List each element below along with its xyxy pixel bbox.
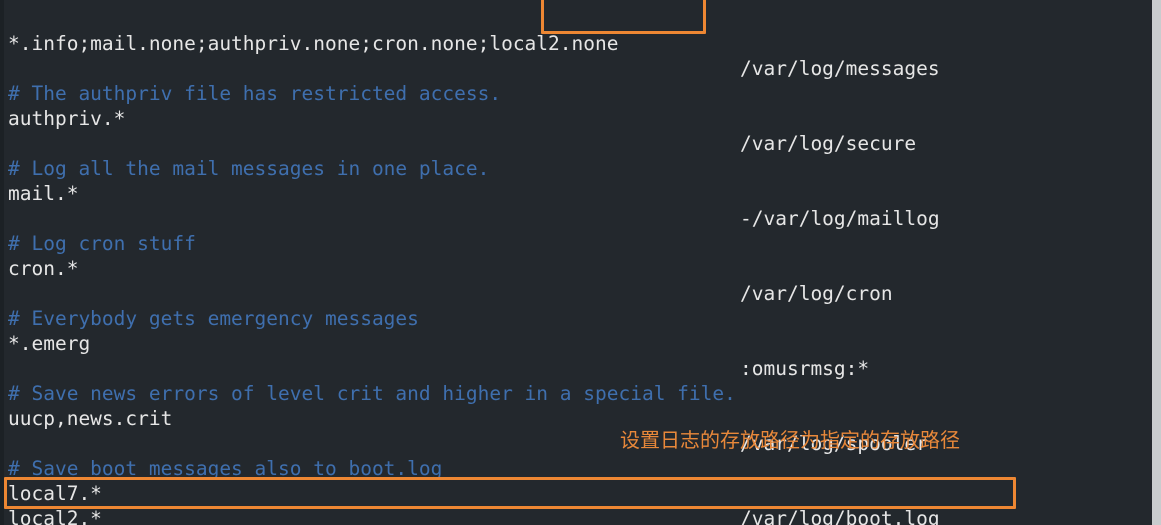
code-line[interactable]: # The authpriv file has restricted acces…	[0, 56, 1152, 105]
code-line[interactable]: uucp,news.crit /var/log/spooler	[0, 381, 1152, 455]
code-line[interactable]: # Everybody gets emergency messages	[0, 281, 1152, 330]
code-selector: mail.*	[8, 182, 79, 205]
code-selector: *.emerg	[8, 332, 91, 355]
code-selector: authpriv.*	[8, 107, 126, 130]
code-line[interactable]: cron.* /var/log/cron	[0, 231, 1152, 305]
annotation-note-chinese: 设置日志的存放路径为指定的存放路径	[620, 428, 960, 452]
code-line[interactable]: authpriv.* /var/log/secure	[0, 81, 1152, 155]
code-selector: uucp,news.crit	[8, 407, 173, 430]
code-line[interactable]: # Log all the mail messages in one place…	[0, 131, 1152, 180]
scrollbar-thumb[interactable]	[1153, 0, 1160, 525]
code-line[interactable]: *.info;mail.none;authpriv.none;cron.none…	[0, 6, 1152, 80]
code-target: /var/log/boot.log	[740, 507, 940, 525]
code-line[interactable]: mail.* -/var/log/maillog	[0, 156, 1152, 230]
code-selector: local2.*	[8, 507, 102, 525]
code-line[interactable]: # Log cron stuff	[0, 206, 1152, 255]
code-area[interactable]: # Log anything (except mail) of level in…	[0, 0, 1152, 525]
code-line[interactable]: local2.* /var/log/haproxy.log	[0, 481, 1152, 525]
code-selector: *.info;mail.none;authpriv.none;cron.none…	[8, 32, 619, 55]
code-selector: cron.*	[8, 257, 79, 280]
code-line[interactable]: local7.* /var/log/boot.log	[0, 456, 1152, 525]
vertical-scrollbar[interactable]	[1152, 0, 1161, 525]
code-line[interactable]: # Save news errors of level crit and hig…	[0, 356, 1152, 405]
editor-window: # Log anything (except mail) of level in…	[0, 0, 1161, 525]
code-line[interactable]: *.emerg :omusrmsg:*	[0, 306, 1152, 380]
code-line-partial-top: # Log anything (except mail) of level in…	[0, 0, 1152, 8]
code-line[interactable]: # Save boot messages also to boot.log	[0, 431, 1152, 480]
